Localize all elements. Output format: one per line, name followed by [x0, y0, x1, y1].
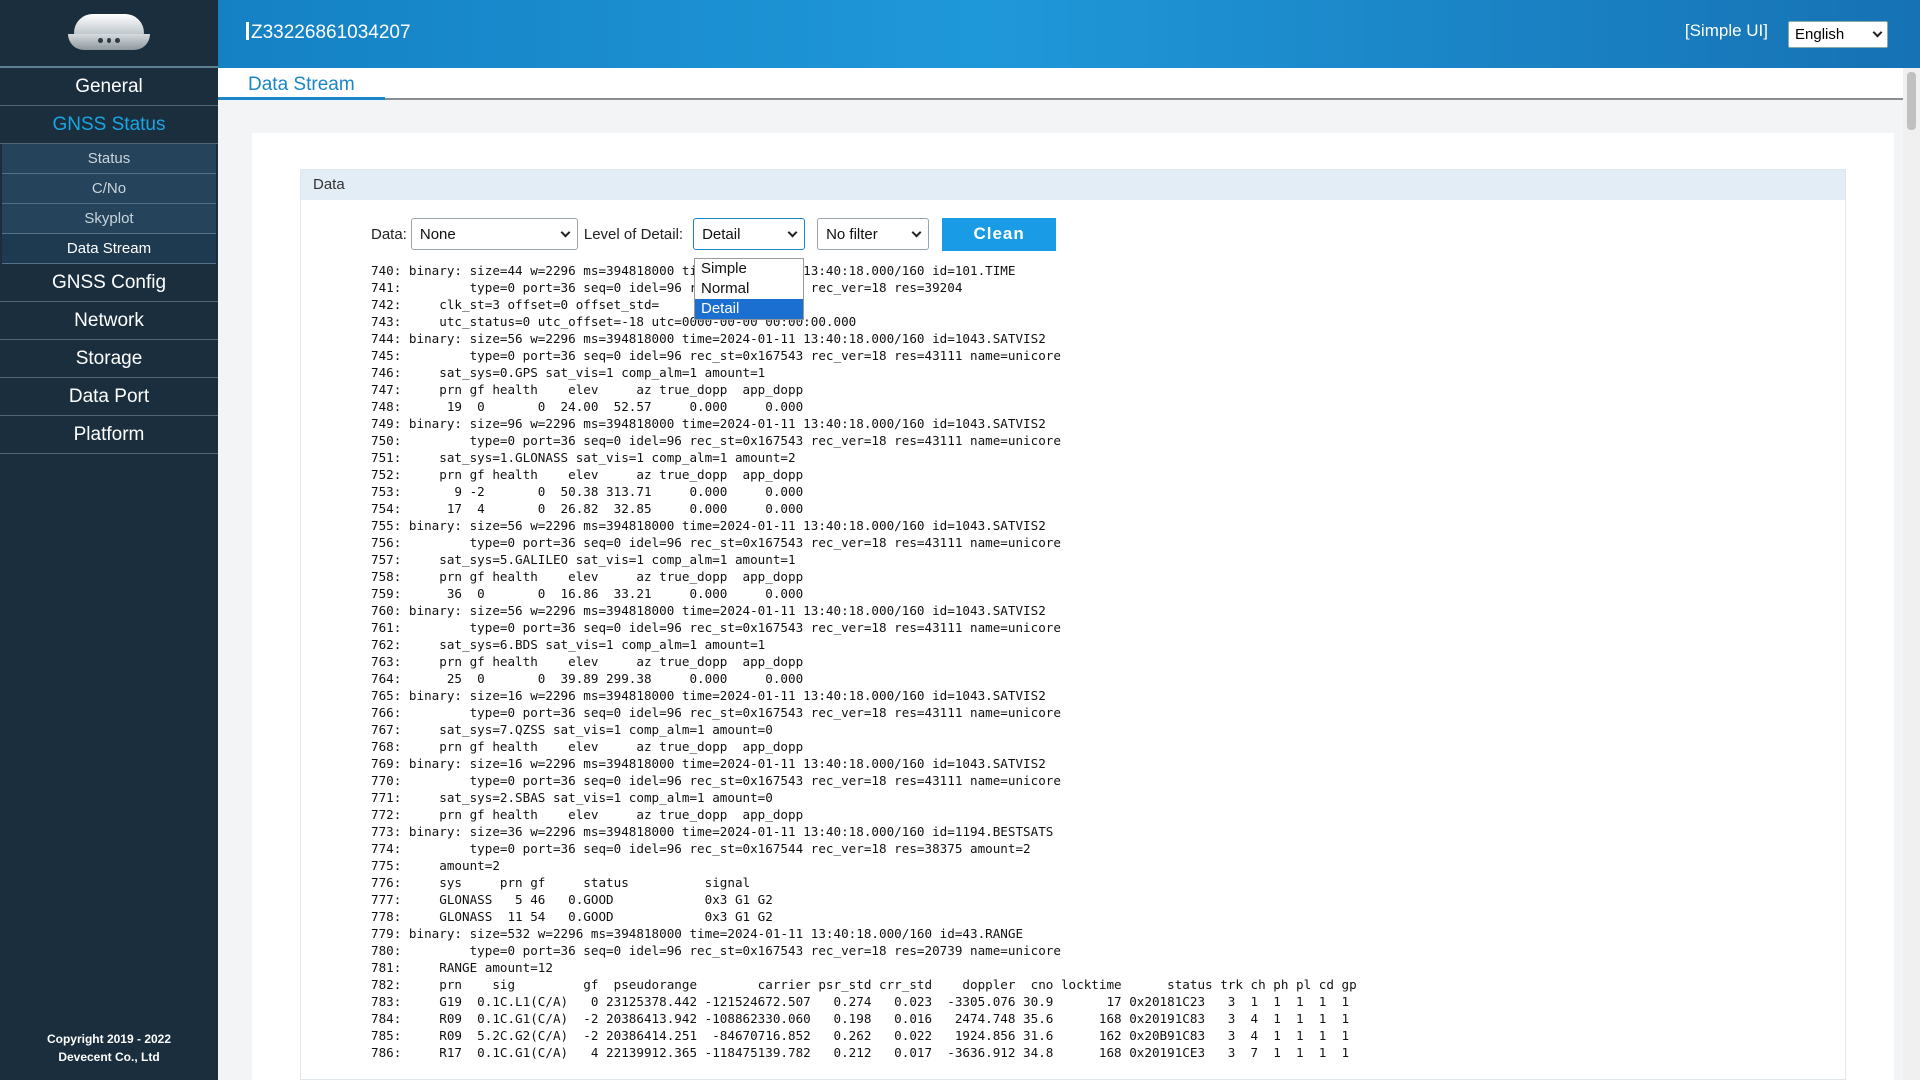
filter-value: No filter — [826, 225, 878, 243]
log-line: 757: sat_sys=5.GALILEO sat_vis=1 comp_al… — [371, 552, 796, 567]
log-line: 783: G19 0.1C.L1(C/A) 0 23125378.442 -12… — [371, 994, 1350, 1009]
filter-select[interactable]: No filter — [817, 218, 930, 250]
log-line: 776: sys prn gf status signal — [371, 875, 751, 890]
log-line: 756: type=0 port=36 seq=0 idel=96 rec_st… — [371, 535, 1061, 550]
detail-level-value: Detail — [702, 225, 741, 243]
sidebar-item-data-port[interactable]: Data Port — [0, 378, 218, 416]
panel-title: Data — [301, 170, 1845, 200]
sidebar-subitem-skyplot[interactable]: Skyplot — [2, 204, 216, 234]
log-line: 784: R09 0.1C.G1(C/A) -2 20386413.942 -1… — [371, 1011, 1350, 1026]
log-line: 744: binary: size=56 w=2296 ms=394818000… — [371, 331, 1046, 346]
sidebar-item-storage[interactable]: Storage — [0, 340, 218, 378]
sidebar-subitem-status[interactable]: Status — [2, 144, 216, 174]
stream-controls: Data: None Level of Detail: Detail No fi… — [371, 217, 1057, 251]
log-line: 779: binary: size=532 w=2296 ms=39481800… — [371, 926, 1024, 941]
log-line: 752: prn gf health elev az true_dopp app… — [371, 467, 804, 482]
log-line: 740: binary: size=44 w=2296 ms=394818000… — [371, 263, 1016, 278]
log-line: 772: prn gf health elev az true_dopp app… — [371, 807, 804, 822]
chevron-down-icon — [787, 227, 798, 237]
log-line: 764: 25 0 0 39.89 299.38 0.000 0.000 — [371, 671, 804, 686]
log-line: 766: type=0 port=36 seq=0 idel=96 rec_st… — [371, 705, 1061, 720]
log-line: 754: 17 4 0 26.82 32.85 0.000 0.000 — [371, 501, 804, 516]
sidebar-item-gnss-config[interactable]: GNSS Config — [0, 264, 218, 302]
copyright-years: Copyright 2019 - 2022 — [46, 1032, 172, 1046]
log-line: 781: RANGE amount=12 — [371, 960, 553, 975]
top-header: Z33226861034207 [Simple UI] English — [218, 0, 1920, 68]
log-line: 778: GLONASS 11 54 0.GOOD 0x3 G1 G2 — [371, 909, 773, 924]
sidebar-item-gnss-status[interactable]: GNSS Status — [0, 106, 218, 144]
gnss-receiver-icon — [64, 12, 154, 54]
log-line: 750: type=0 port=36 seq=0 idel=96 rec_st… — [371, 433, 1061, 448]
log-line: 745: type=0 port=36 seq=0 idel=96 rec_st… — [371, 348, 1061, 363]
log-line: 743: utc_status=0 utc_offset=-18 utc=000… — [371, 314, 857, 329]
device-logo — [0, 0, 218, 68]
log-line: 747: prn gf health elev az true_dopp app… — [371, 382, 804, 397]
detail-level-label: Level of Detail: — [583, 225, 684, 243]
log-line: 753: 9 -2 0 50.38 313.71 0.000 0.000 — [371, 484, 804, 499]
log-line: 741: type=0 port=36 seq=0 idel=96 rec_st… — [371, 280, 963, 295]
detail-option-detail[interactable]: Detail — [695, 299, 803, 319]
log-line: 749: binary: size=96 w=2296 ms=394818000… — [371, 416, 1046, 431]
log-line: 763: prn gf health elev az true_dopp app… — [371, 654, 804, 669]
data-stream-log: 740: binary: size=44 w=2296 ms=394818000… — [371, 262, 1831, 1080]
log-line: 768: prn gf health elev az true_dopp app… — [371, 739, 804, 754]
data-source-label: Data: — [371, 225, 407, 243]
tab-data-stream[interactable]: Data Stream — [218, 68, 385, 100]
copyright: Copyright 2019 - 2022 Devecent Co., Ltd — [0, 1030, 218, 1066]
log-line: 786: R17 0.1C.G1(C/A) 4 22139912.365 -11… — [371, 1045, 1350, 1060]
log-line: 774: type=0 port=36 seq=0 idel=96 rec_st… — [371, 841, 1031, 856]
sidebar-item-general[interactable]: General — [0, 68, 218, 106]
log-line: 777: GLONASS 5 46 0.GOOD 0x3 G1 G2 — [371, 892, 773, 907]
language-select-value: English — [1795, 26, 1845, 43]
log-line: 759: 36 0 0 16.86 33.21 0.000 0.000 — [371, 586, 804, 601]
log-line: 751: sat_sys=1.GLONASS sat_vis=1 comp_al… — [371, 450, 796, 465]
copyright-company: Devecent Co., Ltd — [58, 1050, 160, 1064]
log-line: 748: 19 0 0 24.00 52.57 0.000 0.000 — [371, 399, 804, 414]
device-serial-number: Z33226861034207 — [246, 22, 411, 44]
data-panel: Data Data: None Level of Detail: Detail … — [300, 169, 1846, 1080]
log-line: 765: binary: size=16 w=2296 ms=394818000… — [371, 688, 1046, 703]
sidebar: General GNSS Status Status C/No Skyplot … — [0, 0, 218, 1080]
scrollbar-thumb[interactable] — [1907, 72, 1916, 130]
main-content: Data Data: None Level of Detail: Detail … — [252, 133, 1894, 1080]
log-line: 769: binary: size=16 w=2296 ms=394818000… — [371, 756, 1046, 771]
log-line: 742: clk_st=3 offset=0 offset_std= 0 — [371, 297, 720, 312]
log-line: 758: prn gf health elev az true_dopp app… — [371, 569, 804, 584]
page-scrollbar[interactable] — [1903, 68, 1920, 1080]
log-line: 785: R09 5.2C.G2(C/A) -2 20386414.251 -8… — [371, 1028, 1350, 1043]
chevron-down-icon — [911, 227, 922, 237]
log-line: 770: type=0 port=36 seq=0 idel=96 rec_st… — [371, 773, 1061, 788]
log-line: 767: sat_sys=7.QZSS sat_vis=1 comp_alm=1… — [371, 722, 773, 737]
detail-level-select[interactable]: Detail — [693, 218, 806, 250]
log-line: 780: type=0 port=36 seq=0 idel=96 rec_st… — [371, 943, 1061, 958]
sidebar-item-network[interactable]: Network — [0, 302, 218, 340]
log-line: 771: sat_sys=2.SBAS sat_vis=1 comp_alm=1… — [371, 790, 773, 805]
detail-option-normal[interactable]: Normal — [695, 279, 803, 299]
log-line: 746: sat_sys=0.GPS sat_vis=1 comp_alm=1 … — [371, 365, 766, 380]
log-line: 775: amount=2 — [371, 858, 500, 873]
detail-level-dropdown: Simple Normal Detail — [694, 258, 804, 320]
log-line: 773: binary: size=36 w=2296 ms=394818000… — [371, 824, 1054, 839]
log-line: 762: sat_sys=6.BDS sat_vis=1 comp_alm=1 … — [371, 637, 766, 652]
log-line: 782: prn sig gf pseudorange carrier psr_… — [371, 977, 1357, 992]
chevron-down-icon — [1872, 27, 1883, 38]
sidebar-subitem-data-stream[interactable]: Data Stream — [2, 234, 216, 264]
simple-ui-link[interactable]: [Simple UI] — [1685, 21, 1768, 41]
language-select[interactable]: English — [1788, 21, 1888, 48]
chevron-down-icon — [560, 227, 571, 237]
detail-option-simple[interactable]: Simple — [695, 259, 803, 279]
page-tabs: Data Stream — [218, 68, 1903, 100]
log-line: 761: type=0 port=36 seq=0 idel=96 rec_st… — [371, 620, 1061, 635]
data-source-value: None — [419, 225, 456, 243]
log-line: 760: binary: size=56 w=2296 ms=394818000… — [371, 603, 1046, 618]
clean-button[interactable]: Clean — [942, 217, 1057, 251]
data-source-select[interactable]: None — [410, 218, 578, 250]
sidebar-subitem-cno[interactable]: C/No — [2, 174, 216, 204]
sidebar-item-platform[interactable]: Platform — [0, 416, 218, 454]
log-line: 755: binary: size=56 w=2296 ms=394818000… — [371, 518, 1046, 533]
